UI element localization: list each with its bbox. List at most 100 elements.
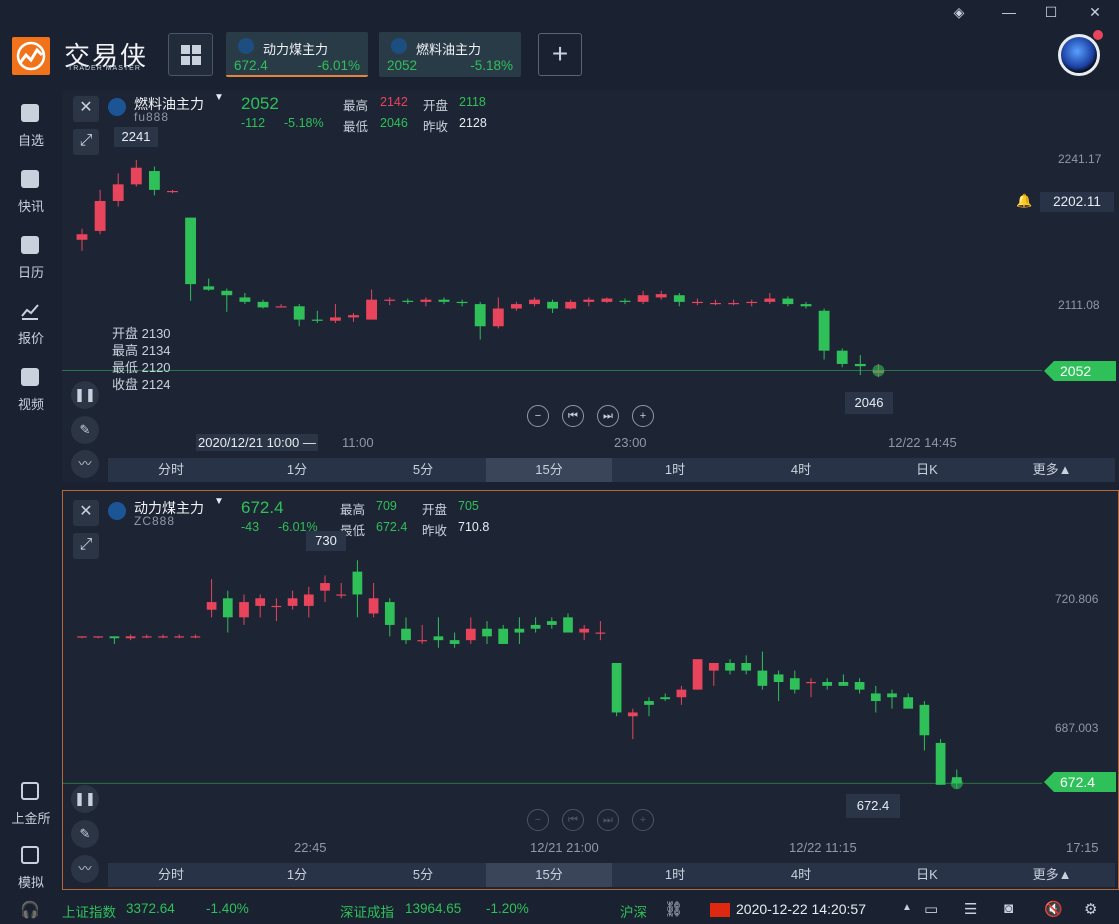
tf-tick[interactable]: 分时 (108, 458, 234, 482)
avatar[interactable] (1058, 34, 1100, 76)
draw-pencil-icon[interactable]: ✎ (71, 820, 99, 848)
candle-style-icon[interactable]: ❚❚ (71, 381, 99, 409)
draw-pencil-icon[interactable]: ✎ (71, 416, 99, 444)
tf-1m[interactable]: 1分 (234, 458, 360, 482)
tf-1h[interactable]: 1时 (612, 458, 738, 482)
index1-value: 3372.64 (126, 901, 175, 916)
jump-start-button[interactable]: ⏮ (562, 809, 584, 831)
chart-icon (391, 38, 407, 54)
minimize-icon[interactable]: — (998, 4, 1020, 22)
candle (112, 173, 124, 207)
tf-more[interactable]: 更多▲ (989, 458, 1115, 482)
screen-off-icon[interactable]: ▭ (924, 900, 938, 918)
layout-grid-button[interactable] (168, 33, 213, 76)
candle-style-icon[interactable]: ❚❚ (71, 785, 99, 813)
tf-1m[interactable]: 1分 (234, 863, 360, 887)
candle (449, 632, 460, 648)
sidebar-item-label: 日历 (17, 265, 44, 280)
candle (530, 617, 541, 633)
sidebar-item-watchlist[interactable]: 自选 (0, 94, 62, 154)
candle (438, 297, 450, 305)
tf-more[interactable]: 更多▲ (989, 863, 1115, 887)
zoom-out-button[interactable]: − (527, 809, 549, 831)
jump-end-button[interactable]: ⏭ (597, 809, 619, 831)
candle (903, 693, 914, 709)
candle (222, 590, 233, 633)
x-axis-label: 12/22 11:15 (789, 840, 857, 855)
tf-5m[interactable]: 5分 (360, 863, 486, 887)
candle (417, 624, 428, 644)
max-price-tooltip: 730 (306, 531, 346, 551)
zoom-in-button[interactable]: + (632, 809, 654, 831)
tf-1h[interactable]: 1时 (612, 863, 738, 887)
candle (271, 598, 282, 622)
close-panel-button[interactable]: ✕ (73, 96, 99, 122)
sidebar-item-label: 模拟 (17, 875, 44, 890)
candle (887, 689, 897, 709)
zoom-in-button[interactable]: + (632, 405, 654, 427)
mute-icon[interactable]: 🔇 (1044, 900, 1063, 918)
tf-tick[interactable]: 分时 (108, 863, 234, 887)
index1-pct: -1.40% (206, 901, 249, 916)
indicator-icon[interactable]: 〰 (71, 450, 99, 478)
tf-daily[interactable]: 日K (864, 458, 990, 482)
maximize-icon[interactable]: ☐ (1040, 4, 1062, 22)
jump-start-button[interactable]: ⏮ (562, 405, 584, 427)
chevron-down-icon[interactable]: ▼ (214, 92, 224, 103)
candlestick-chart-coal[interactable] (62, 545, 1042, 800)
candle (474, 301, 486, 340)
logo-subtitle: TRADER MASTER (68, 65, 141, 72)
jump-end-button[interactable]: ⏭ (597, 405, 619, 427)
settings-icon[interactable]: ⚙ (1084, 900, 1097, 918)
candle (547, 299, 559, 313)
candle (420, 297, 432, 307)
chevron-down-icon[interactable]: ▼ (214, 496, 224, 507)
zoom-out-button[interactable]: − (527, 405, 549, 427)
tab-price: 2052 (387, 58, 418, 73)
tab-fuel-oil[interactable]: 燃料油主力 2052 -5.18% (379, 32, 521, 77)
candle (601, 297, 613, 303)
caret-up-icon[interactable]: ▲ (902, 902, 912, 913)
open-value: 2118 (459, 95, 486, 109)
timeframe-bar: 分时 1分 5分 15分 1时 4时 日K 更多▲ (108, 863, 1115, 887)
high-value: 2142 (380, 95, 408, 109)
sidebar-item-calendar[interactable]: 日历 (0, 226, 62, 286)
add-tab-button[interactable]: + (538, 33, 582, 76)
last-price-glow (872, 364, 885, 377)
x-axis-cursor-label: 2020/12/21 10:00 — (196, 434, 318, 451)
close-window-icon[interactable]: ✕ (1084, 4, 1106, 22)
plus-icon: + (551, 38, 569, 69)
tf-15m[interactable]: 15分 (486, 863, 612, 887)
tf-4h[interactable]: 4时 (738, 863, 864, 887)
ohlc-high: 最高 2134 (112, 343, 171, 358)
skin-icon[interactable]: ◈ (948, 4, 970, 22)
candle (384, 297, 396, 306)
candle (644, 697, 654, 717)
tf-15m[interactable]: 15分 (486, 458, 612, 482)
wallet-icon (21, 846, 39, 864)
bell-icon[interactable]: 🔔 (1016, 193, 1036, 211)
candlestick-chart-fuel-oil[interactable] (62, 140, 1042, 395)
sidebar-item-video[interactable]: 视频 (0, 358, 62, 418)
sidebar-item-simulation[interactable]: 模拟 (0, 836, 62, 896)
datetime: 2020-12-22 14:20:57 (736, 901, 866, 917)
tf-daily[interactable]: 日K (864, 863, 990, 887)
close-panel-button[interactable]: ✕ (73, 500, 99, 526)
sidebar-item-sge[interactable]: 上金所 (0, 772, 62, 832)
candle (401, 617, 411, 644)
sidebar-item-quotes[interactable]: 报价 (0, 292, 62, 352)
list-icon[interactable]: ☰ (964, 900, 977, 918)
tf-5m[interactable]: 5分 (360, 458, 486, 482)
candle (595, 621, 606, 641)
headset-icon[interactable]: 🎧 (20, 900, 40, 920)
indicator-icon[interactable]: 〰 (71, 855, 99, 883)
link-icon[interactable]: ⛓ (664, 900, 683, 918)
candle (818, 308, 830, 360)
sidebar-item-news[interactable]: 快讯 (0, 160, 62, 220)
last-price-glow (950, 777, 963, 790)
candle (465, 617, 476, 644)
tab-coal[interactable]: 动力煤主力 672.4 -6.01% (226, 32, 368, 77)
tf-4h[interactable]: 4时 (738, 458, 864, 482)
max-price-tooltip: 2241 (114, 127, 158, 147)
camera-icon[interactable]: ◙ (1004, 900, 1013, 917)
